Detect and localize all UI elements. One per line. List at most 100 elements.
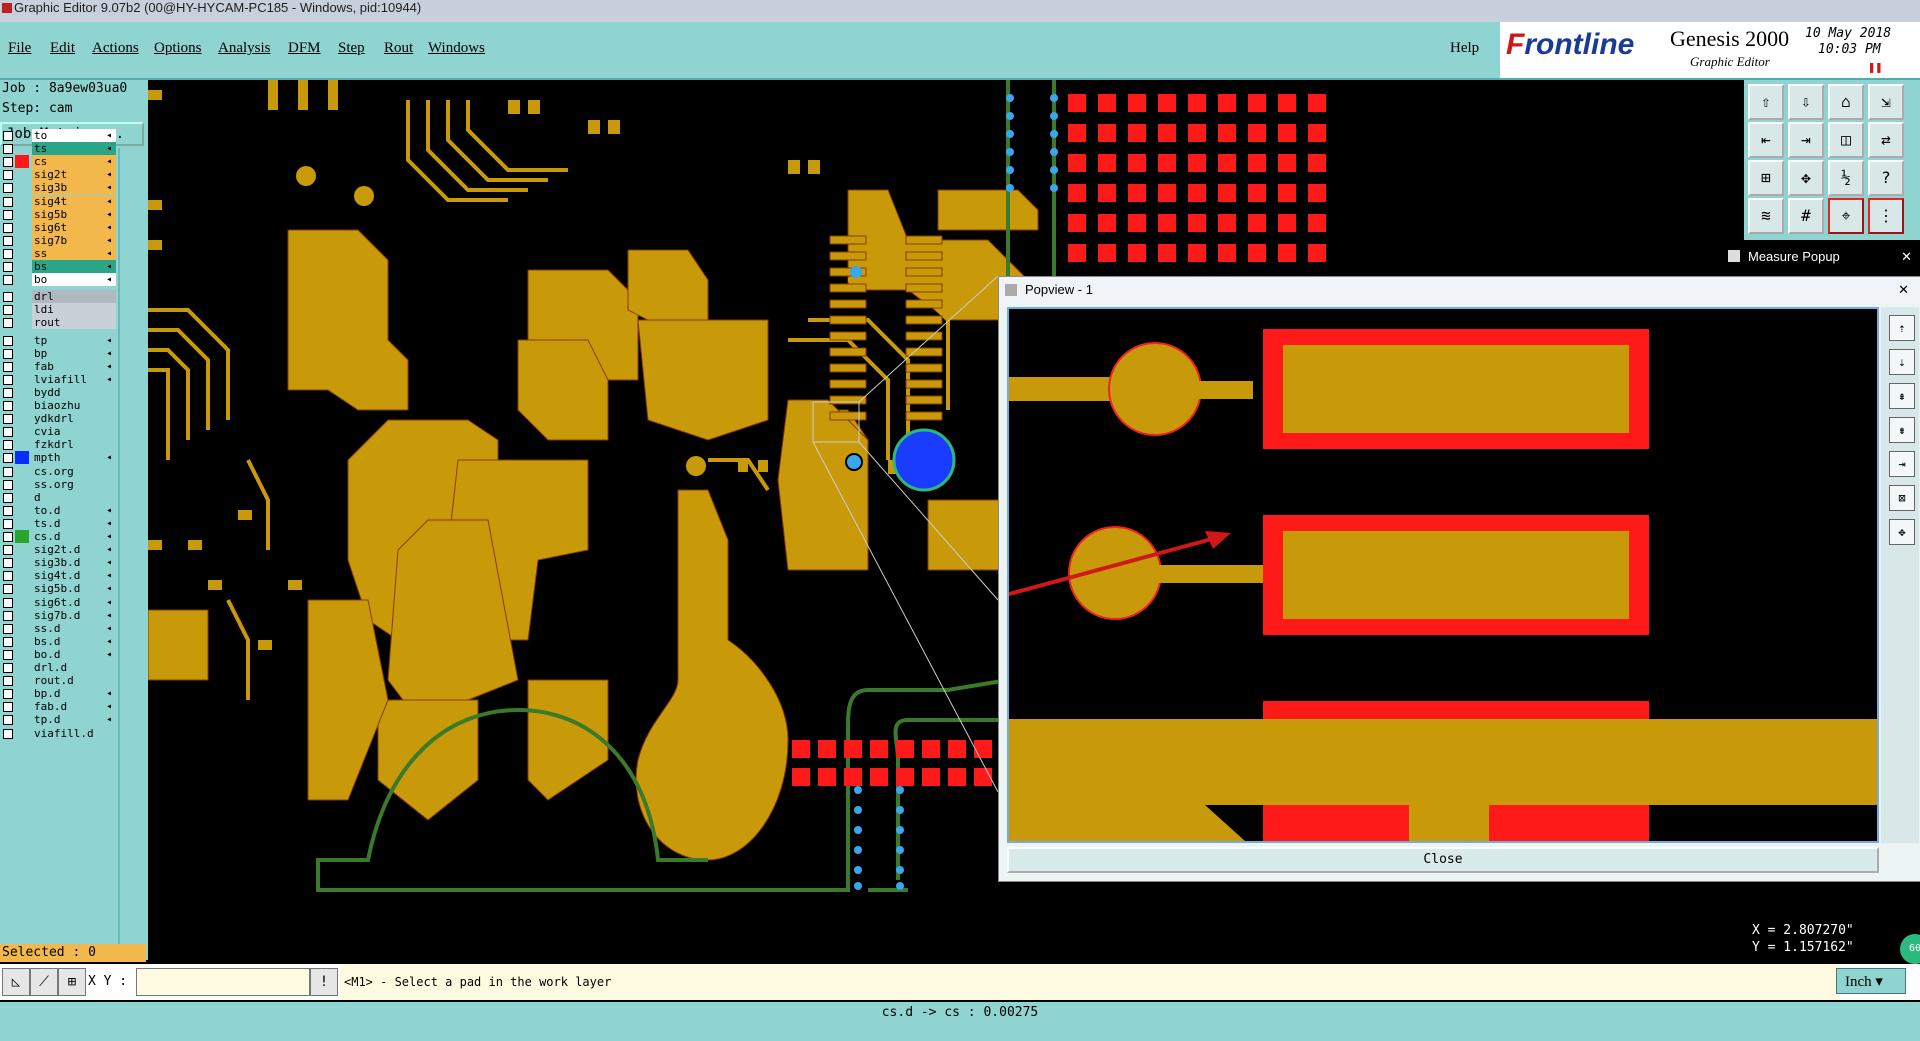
layer-name[interactable]: rout.d (32, 674, 116, 688)
pan-right-icon[interactable]: ⇥ (1788, 122, 1824, 158)
layer-arrow-icon[interactable]: ◂ (106, 195, 112, 208)
layer-name[interactable]: bo ◂ (32, 273, 116, 287)
layer-color-swatch[interactable] (15, 661, 29, 674)
layer-checkbox[interactable] (3, 414, 13, 425)
layer-name[interactable]: bo.d ◂ (32, 647, 116, 661)
layer-arrow-icon[interactable]: ◂ (106, 129, 112, 142)
layer-arrow-icon[interactable]: ◂ (106, 273, 112, 286)
layer-color-swatch[interactable] (15, 316, 29, 329)
layer-color-swatch[interactable] (15, 155, 29, 169)
layer-checkbox[interactable] (3, 305, 13, 316)
layer-arrow-icon[interactable]: ◂ (106, 451, 112, 464)
menu-help[interactable]: Help (1450, 40, 1479, 57)
layer-color-swatch[interactable] (15, 129, 29, 142)
layer-name[interactable]: tp ◂ (32, 333, 116, 347)
layer-color-swatch[interactable] (15, 142, 29, 155)
layer-name[interactable]: bs.d ◂ (32, 634, 116, 648)
layer-arrow-icon[interactable]: ◂ (106, 582, 112, 595)
layer-checkbox[interactable] (3, 558, 13, 569)
measure-tool-icon[interactable]: ⟋ (30, 968, 58, 996)
layer-list-scrollbar[interactable] (118, 148, 148, 956)
layer-name[interactable]: tp.d ◂ (32, 713, 116, 727)
layer-checkbox[interactable] (3, 183, 13, 194)
layer-checkbox[interactable] (3, 361, 13, 372)
menu-rout[interactable]: Rout (384, 40, 413, 57)
layer-name[interactable]: mpth ◂ (32, 451, 116, 465)
units-select[interactable]: Inch ▾ (1836, 968, 1906, 994)
layer-checkbox[interactable] (3, 702, 13, 713)
layer-checkbox[interactable] (3, 262, 13, 272)
layer-color-swatch[interactable] (15, 208, 29, 221)
upload-icon[interactable]: ⇧ (1748, 84, 1784, 120)
layer-checkbox[interactable] (3, 505, 13, 516)
layer-checkbox[interactable] (3, 318, 13, 329)
popview-canvas[interactable] (1007, 307, 1879, 843)
layer-checkbox[interactable] (3, 401, 13, 411)
layer-checkbox[interactable] (3, 479, 13, 490)
layer-arrow-icon[interactable]: ◂ (106, 530, 112, 543)
layer-color-swatch[interactable] (15, 347, 29, 360)
layer-color-swatch[interactable] (15, 530, 29, 543)
layer-checkbox[interactable] (3, 715, 13, 726)
layer-color-swatch[interactable] (15, 517, 29, 530)
layer-name[interactable]: cvia (32, 425, 116, 439)
snap-icon[interactable]: ⌖ (1828, 198, 1864, 234)
pointer-tool-icon[interactable]: ◺ (2, 968, 30, 996)
xy-input[interactable] (136, 968, 310, 996)
layer-color-swatch[interactable] (15, 247, 29, 260)
download-icon[interactable]: ⇩ (1788, 84, 1824, 120)
pan-down-icon[interactable]: ⇟ (1889, 417, 1915, 443)
layer-checkbox[interactable] (3, 610, 13, 621)
layer-checkbox[interactable] (3, 209, 13, 220)
menu-file[interactable]: File (8, 40, 31, 57)
layer-name[interactable]: to.d ◂ (32, 503, 116, 517)
layer-checkbox[interactable] (3, 235, 13, 246)
layer-arrow-icon[interactable]: ◂ (106, 155, 112, 168)
menu-edit[interactable]: Edit (50, 40, 75, 57)
layer-name[interactable]: ss.org (32, 477, 116, 491)
layer-arrow-icon[interactable]: ◂ (106, 234, 112, 247)
menu-options[interactable]: Options (154, 40, 202, 57)
layer-arrow-icon[interactable]: ◂ (106, 543, 112, 556)
pan-up-icon[interactable]: ⇞ (1889, 383, 1915, 409)
layer-color-swatch[interactable] (15, 412, 29, 425)
layer-arrow-icon[interactable]: ◂ (106, 221, 112, 234)
warning-icon[interactable]: ! (310, 968, 338, 996)
scale-icon[interactable]: ½ (1828, 160, 1864, 196)
layer-color-swatch[interactable] (15, 648, 29, 661)
netlist-icon[interactable]: ⋮ (1868, 198, 1904, 234)
layer-name[interactable]: cs.d ◂ (32, 530, 116, 543)
layer-name[interactable]: fab.d ◂ (32, 700, 116, 714)
menu-analysis[interactable]: Analysis (218, 40, 271, 57)
layer-checkbox[interactable] (3, 584, 13, 595)
layers-icon[interactable]: ≋ (1748, 198, 1784, 234)
layer-checkbox[interactable] (3, 649, 13, 660)
layer-checkbox[interactable] (3, 275, 13, 286)
layer-color-swatch[interactable] (15, 386, 29, 399)
layer-color-swatch[interactable] (15, 609, 29, 622)
layer-name[interactable]: d (32, 490, 116, 504)
layer-arrow-icon[interactable]: ◂ (106, 373, 112, 386)
layer-arrow-icon[interactable]: ◂ (106, 622, 112, 635)
help-icon[interactable]: ? (1868, 160, 1904, 196)
layer-arrow-icon[interactable]: ◂ (106, 247, 112, 260)
layer-name[interactable]: drl (32, 290, 116, 304)
layer-color-swatch[interactable] (15, 543, 29, 556)
layer-arrow-icon[interactable]: ◂ (106, 517, 112, 530)
layer-checkbox[interactable] (3, 466, 13, 477)
layer-name[interactable]: sig5b ◂ (32, 207, 116, 221)
layer-name[interactable]: ydkdrl (32, 412, 116, 426)
menu-dfm[interactable]: DFM (288, 40, 321, 57)
measure-popup[interactable]: Measure Popup ✕ (1724, 244, 1920, 270)
layer-checkbox[interactable] (3, 374, 13, 385)
layer-checkbox[interactable] (3, 532, 13, 542)
layer-color-swatch[interactable] (15, 687, 29, 700)
layer-color-swatch[interactable] (15, 596, 29, 609)
menu-step[interactable]: Step (338, 40, 365, 57)
layer-name[interactable]: sig6t.d ◂ (32, 595, 116, 609)
layer-name[interactable]: ldi (32, 303, 116, 317)
layer-checkbox[interactable] (3, 144, 13, 155)
layer-arrow-icon[interactable]: ◂ (106, 700, 112, 713)
layer-arrow-icon[interactable]: ◂ (106, 181, 112, 194)
layer-color-swatch[interactable] (15, 334, 29, 347)
